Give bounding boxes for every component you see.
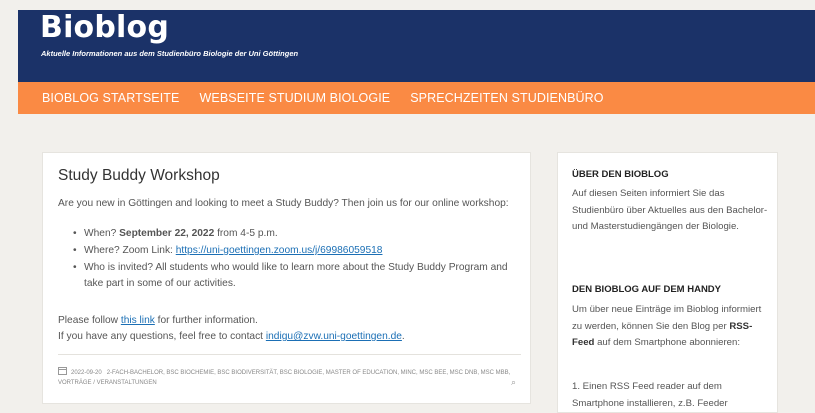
- list-item-who: Who is invited? All students who would l…: [73, 260, 528, 292]
- site-header: Bioblog Aktuelle Informationen aus dem S…: [18, 10, 815, 82]
- contact-email-link[interactable]: indigu@zvw.uni-goettingen.de: [266, 331, 402, 342]
- post-divider: [58, 354, 521, 355]
- list-item-where: Where? Zoom Link: https://uni-goettingen…: [73, 243, 528, 259]
- post-meta: 2022-09-20 2-FACH-BACHELOR, BSC BIOCHEMI…: [58, 367, 518, 388]
- calendar-icon: [58, 367, 67, 375]
- follow-suffix: for further information.: [154, 315, 258, 326]
- post-details-list: When? September 22, 2022 from 4-5 p.m. W…: [73, 226, 528, 293]
- main-navigation: BIOBLOG STARTSEITE WEBSEITE STUDIUM BIOL…: [18, 82, 815, 114]
- post-intro: Are you new in Göttingen and looking to …: [58, 198, 509, 209]
- contact-line: If you have any questions, feel free to …: [58, 329, 405, 345]
- when-date: September 22, 2022: [119, 228, 215, 239]
- nav-item-webseite-studium[interactable]: WEBSEITE STUDIUM BIOLOGIE: [199, 91, 390, 105]
- where-label: Where? Zoom Link:: [84, 245, 176, 256]
- contact-prefix: If you have any questions, feel free to …: [58, 331, 266, 342]
- post-categories[interactable]: 2-FACH-BACHELOR, BSC BIOCHEMIE, BSC BIOD…: [58, 370, 510, 386]
- post-date[interactable]: 2022-09-20: [71, 370, 102, 376]
- post-card: Study Buddy Workshop Are you new in Gött…: [42, 152, 531, 404]
- contact-suffix: .: [401, 331, 405, 342]
- sidebar-step-1: 1. Einen RSS Feed reader auf dem Smartph…: [572, 381, 728, 409]
- sidebar: ÜBER DEN BIOBLOG Auf diesen Seiten infor…: [557, 152, 778, 413]
- page-top-gap: [0, 0, 815, 10]
- when-time: from 4-5 p.m.: [214, 228, 278, 239]
- sidebar-about-title: ÜBER DEN BIOBLOG: [572, 169, 669, 180]
- zoom-link[interactable]: https://uni-goettingen.zoom.us/j/6998605…: [176, 245, 383, 256]
- sidebar-mobile-text: Um über neue Einträge im Bioblog informi…: [572, 302, 772, 352]
- follow-prefix: Please follow: [58, 315, 121, 326]
- site-title[interactable]: Bioblog: [40, 10, 169, 45]
- post-footer-text: Please follow this link for further info…: [58, 313, 405, 345]
- sidebar-mobile-title: DEN BIOBLOG AUF DEM HANDY: [572, 284, 722, 295]
- follow-line: Please follow this link for further info…: [58, 313, 405, 329]
- list-item-when: When? September 22, 2022 from 4-5 p.m.: [73, 226, 528, 242]
- nav-item-startseite[interactable]: BIOBLOG STARTSEITE: [42, 91, 179, 105]
- when-label: When?: [84, 228, 120, 239]
- this-link[interactable]: this link: [121, 315, 155, 326]
- sidebar-about-text: Auf diesen Seiten informiert Sie das Stu…: [572, 188, 768, 232]
- post-title[interactable]: Study Buddy Workshop: [58, 167, 220, 185]
- mobile-text-suffix: auf dem Smartphone abonnieren:: [594, 337, 741, 348]
- site-description: Aktuelle Informationen aus dem Studienbü…: [41, 49, 299, 58]
- paperclip-icon: ⌕: [510, 377, 516, 387]
- nav-item-sprechzeiten[interactable]: SPRECHZEITEN STUDIENBÜRO: [410, 91, 603, 105]
